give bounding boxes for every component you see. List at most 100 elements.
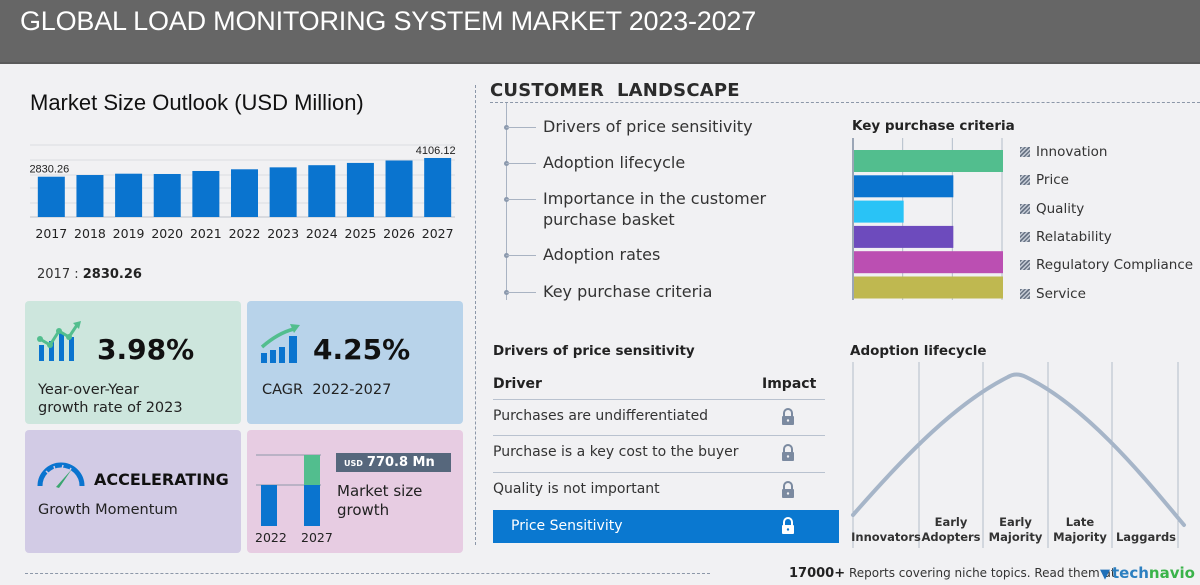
landscape-item-label: Drivers of price sensitivity (543, 117, 753, 136)
legend-item: Regulatory Compliance (1020, 257, 1193, 273)
driver-label: Purchases are undifferentiated (493, 408, 709, 424)
yoy-value: 3.98% (97, 333, 195, 366)
bar-2017[interactable] (37, 176, 65, 217)
x-tick-label: 2022 (229, 226, 261, 241)
legend-label: Price (1036, 172, 1069, 188)
technavio-logo-icon: ▼ (1100, 567, 1110, 582)
bar-2021[interactable] (192, 170, 220, 217)
bar-2024[interactable] (308, 165, 336, 217)
x-tick-label: 2018 (74, 226, 106, 241)
stage-label: Late (1066, 515, 1095, 529)
page-title: GLOBAL LOAD MONITORING SYSTEM MARKET 202… (20, 6, 757, 36)
stage-label: Early (999, 515, 1032, 529)
customer-landscape-title-text: CUSTOMER LANDSCAPE (490, 80, 740, 101)
bar-2025[interactable] (346, 162, 374, 217)
bar-2027[interactable] (424, 157, 452, 217)
currency-label: USD (344, 459, 363, 468)
legend-label: Service (1036, 286, 1086, 302)
legend-swatch-icon (1020, 147, 1030, 157)
x-tick-label: 2019 (113, 226, 145, 241)
bar-2019[interactable] (115, 173, 143, 217)
growth-label-1: Market size (337, 482, 423, 500)
connector-line (506, 292, 536, 293)
x-tick-label: 2025 (345, 226, 377, 241)
kpc-bar-service[interactable] (854, 276, 1003, 299)
yoy-label-1: Year-over-Year (38, 382, 139, 398)
speedometer-icon (37, 462, 85, 488)
kpc-bar-chart (852, 138, 1003, 300)
selected-year-readout: 2017 : 2830.26 (37, 267, 142, 282)
legend-item: Quality (1020, 201, 1084, 217)
brand-part-a: tech (1112, 564, 1149, 582)
kpc-bar-quality[interactable] (854, 200, 904, 223)
legend-swatch-icon (1020, 175, 1030, 185)
data-label: 2830.26 (30, 164, 69, 176)
x-tick-label: 2017 (35, 226, 67, 241)
technavio-logo[interactable]: ▼ technavio (1100, 564, 1195, 582)
stage-label: Majority (989, 530, 1043, 544)
connector-line (506, 199, 536, 200)
selected-year: 2017 : (37, 267, 79, 282)
legend-swatch-icon (1020, 289, 1030, 299)
cagr-card: 4.25% CAGR 2022-2027 (247, 301, 463, 424)
cagr-value: 4.25% (313, 333, 411, 366)
kpc-title: Key purchase criteria (852, 118, 1015, 134)
kpc-bar-price[interactable] (854, 175, 954, 198)
connector-line (506, 127, 536, 128)
growth-momentum-card: ACCELERATING Growth Momentum (25, 430, 241, 553)
lock-icon[interactable] (781, 517, 795, 534)
footer-text: 17000+ Reports covering niche topics. Re… (789, 566, 1116, 581)
price-sensitivity-label: Price Sensitivity (511, 518, 623, 534)
table-row: Purchase is a key cost to the buyer (493, 435, 825, 471)
kpc-bar-innovation[interactable] (854, 150, 1003, 172)
stage-label: Majority (1053, 530, 1107, 544)
adoption-curve (851, 372, 1186, 527)
table-row: Quality is not important (493, 472, 825, 508)
legend-swatch-icon (1020, 204, 1030, 214)
lock-icon[interactable] (781, 408, 795, 425)
landscape-item-label: Adoption rates (543, 245, 661, 264)
stage-label: Adopters (921, 530, 980, 544)
stage-label: Laggards (1116, 530, 1176, 544)
connector-line (506, 163, 536, 164)
yoy-growth-card: 3.98% Year-over-Year growth rate of 2023 (25, 301, 241, 424)
legend-label: Regulatory Compliance (1036, 257, 1194, 273)
bar-2023[interactable] (269, 167, 297, 217)
x-tick-label: 2026 (383, 226, 415, 241)
x-tick-label: 2027 (422, 226, 454, 241)
kpc-bar-regulatory-compliance[interactable] (854, 251, 1003, 274)
kpc-bar-relatability[interactable] (854, 225, 954, 248)
adoption-lifecycle-title: Adoption lifecycle (850, 343, 987, 359)
x-tick-label: 2023 (267, 226, 299, 241)
driver-label: Purchase is a key cost to the buyer (493, 444, 739, 460)
bar-2026[interactable] (385, 160, 413, 218)
growth-year-start: 2022 (255, 530, 287, 545)
header-banner: GLOBAL LOAD MONITORING SYSTEM MARKET 202… (0, 0, 1200, 64)
legend-item: Price (1020, 172, 1069, 188)
legend-label: Quality (1036, 201, 1085, 217)
lock-icon[interactable] (781, 444, 795, 461)
selected-value: 2830.26 (82, 267, 142, 282)
lock-icon[interactable] (781, 481, 795, 498)
momentum-label: Growth Momentum (38, 502, 178, 518)
impact-column-header: Impact (762, 376, 817, 392)
customer-landscape-title: CUSTOMER LANDSCAPE (490, 80, 740, 101)
landscape-item-label: Key purchase criteria (543, 282, 713, 301)
bar-2018[interactable] (76, 175, 104, 217)
bar-2020[interactable] (153, 173, 181, 217)
x-tick-label: 2024 (306, 226, 338, 241)
legend-swatch-icon (1020, 232, 1030, 242)
table-row: Purchases are undifferentiated (493, 399, 825, 435)
growth-label-2: growth (337, 501, 390, 519)
bar-2022[interactable] (231, 169, 258, 217)
legend-item: Service (1020, 286, 1086, 302)
landscape-item-label: Importance in the customer (543, 189, 767, 208)
legend-label: Relatability (1036, 229, 1112, 245)
connector-line (506, 255, 536, 256)
yoy-label-2: growth rate of 2023 (38, 400, 183, 416)
growth-chart-icon (37, 321, 81, 361)
landscape-item-label: Adoption lifecycle (543, 153, 686, 172)
footer-divider (25, 573, 710, 574)
cagr-label: CAGR 2022-2027 (262, 382, 392, 398)
legend-label: Innovation (1036, 144, 1108, 160)
